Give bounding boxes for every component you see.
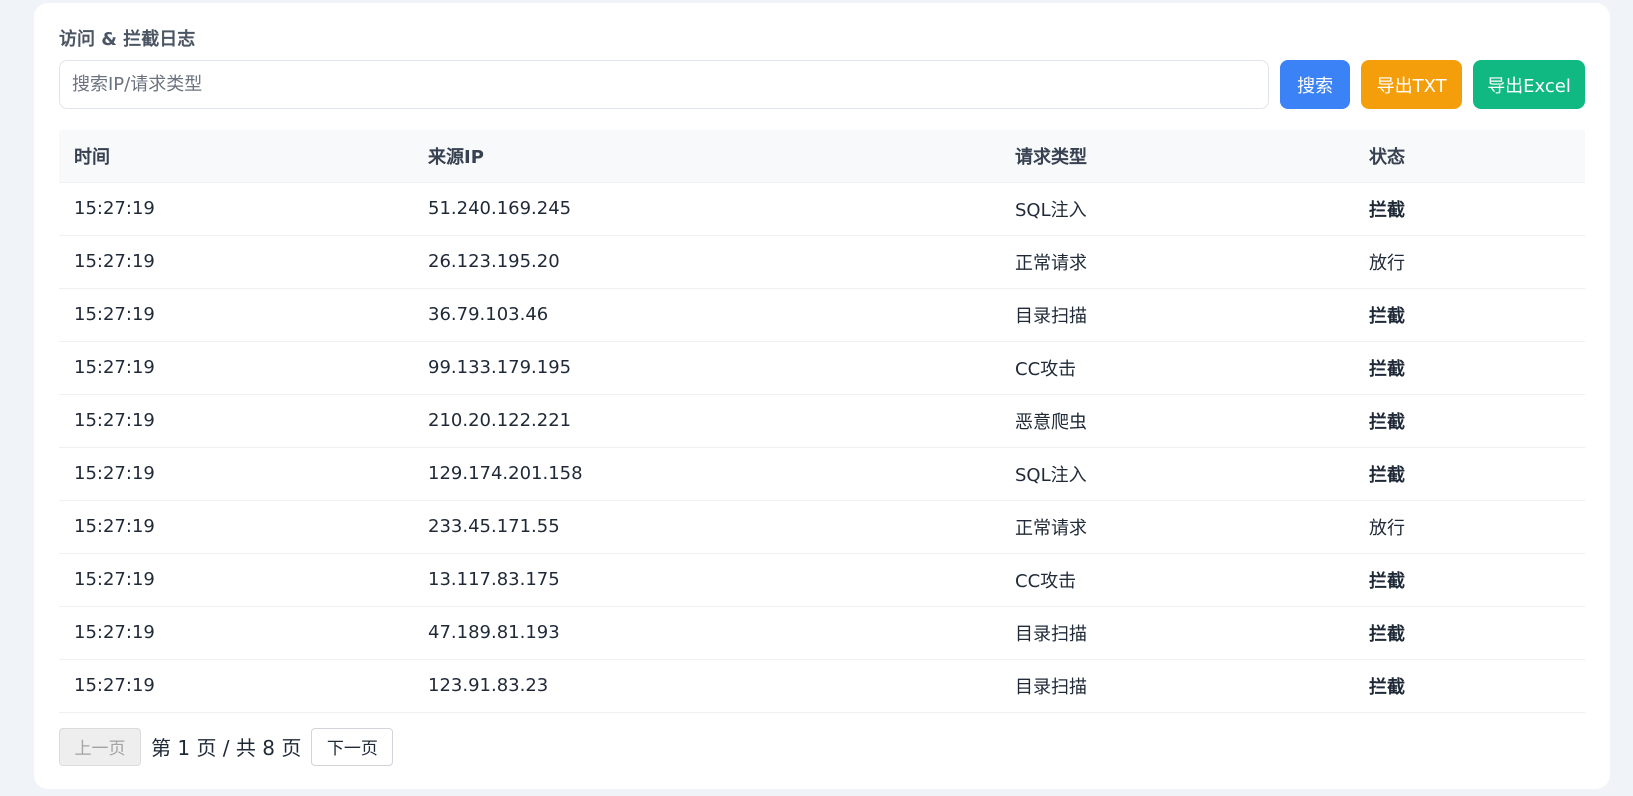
header-type: 请求类型 xyxy=(1000,130,1354,183)
cell-type: 恶意爬虫 xyxy=(1000,394,1354,448)
cell-time: 15:27:19 xyxy=(59,394,413,448)
cell-ip: 51.240.169.245 xyxy=(413,182,1000,236)
cell-ip: 26.123.195.20 xyxy=(413,235,1000,289)
table-row: 15:27:19 123.91.83.23 目录扫描 拦截 xyxy=(59,659,1585,713)
table-row: 15:27:19 13.117.83.175 CC攻击 拦截 xyxy=(59,553,1585,607)
table-row: 15:27:19 47.189.81.193 目录扫描 拦截 xyxy=(59,606,1585,660)
table-row: 15:27:19 51.240.169.245 SQL注入 拦截 xyxy=(59,182,1585,236)
cell-ip: 47.189.81.193 xyxy=(413,606,1000,660)
table-row: 15:27:19 233.45.171.55 正常请求 放行 xyxy=(59,500,1585,554)
table-header: 时间 来源IP 请求类型 状态 xyxy=(59,130,1585,183)
cell-ip: 233.45.171.55 xyxy=(413,500,1000,554)
cell-status: 放行 xyxy=(1354,235,1585,289)
cell-ip: 210.20.122.221 xyxy=(413,394,1000,448)
export-excel-button[interactable]: 导出Excel xyxy=(1473,60,1585,109)
cell-time: 15:27:19 xyxy=(59,235,413,289)
cell-ip: 13.117.83.175 xyxy=(413,553,1000,607)
cell-time: 15:27:19 xyxy=(59,659,413,713)
cell-status: 拦截 xyxy=(1354,606,1585,660)
cell-status: 拦截 xyxy=(1354,288,1585,342)
cell-status: 放行 xyxy=(1354,500,1585,554)
cell-time: 15:27:19 xyxy=(59,447,413,501)
cell-type: 目录扫描 xyxy=(1000,288,1354,342)
table-row: 15:27:19 210.20.122.221 恶意爬虫 拦截 xyxy=(59,394,1585,448)
cell-type: SQL注入 xyxy=(1000,447,1354,501)
card-title: 访问 & 拦截日志 xyxy=(59,29,196,50)
table-row: 15:27:19 129.174.201.158 SQL注入 拦截 xyxy=(59,447,1585,501)
cell-status: 拦截 xyxy=(1354,659,1585,713)
cell-status: 拦截 xyxy=(1354,341,1585,395)
cell-type: CC攻击 xyxy=(1000,553,1354,607)
table-header-row: 时间 来源IP 请求类型 状态 xyxy=(59,130,1585,183)
header-ip: 来源IP xyxy=(413,130,1000,183)
cell-ip: 123.91.83.23 xyxy=(413,659,1000,713)
cell-time: 15:27:19 xyxy=(59,553,413,607)
page-info: 第 1 页 / 共 8 页 xyxy=(151,736,302,760)
header-status: 状态 xyxy=(1354,130,1585,183)
cell-time: 15:27:19 xyxy=(59,500,413,554)
prev-page-button[interactable]: 上一页 xyxy=(59,727,141,766)
export-txt-button[interactable]: 导出TXT xyxy=(1361,60,1463,109)
cell-time: 15:27:19 xyxy=(59,288,413,342)
cell-type: 目录扫描 xyxy=(1000,659,1354,713)
cell-status: 拦截 xyxy=(1354,182,1585,236)
search-button[interactable]: 搜索 xyxy=(1280,60,1351,109)
log-table: 时间 来源IP 请求类型 状态 15:27:19 51.240.169.245 SQ… xyxy=(59,130,1585,713)
cell-time: 15:27:19 xyxy=(59,606,413,660)
log-card: 访问 & 拦截日志 搜索 导出TXT 导出Excel 时间 来源IP 请求类型 … xyxy=(34,3,1610,789)
cell-type: 正常请求 xyxy=(1000,235,1354,289)
table-body: 15:27:19 51.240.169.245 SQL注入 拦截 15:27:19 26.… xyxy=(59,182,1585,713)
toolbar: 搜索 导出TXT 导出Excel xyxy=(59,60,1585,109)
cell-status: 拦截 xyxy=(1354,447,1585,501)
cell-status: 拦截 xyxy=(1354,394,1585,448)
pagination: 上一页 第 1 页 / 共 8 页 下一页 xyxy=(59,727,1585,766)
cell-type: CC攻击 xyxy=(1000,341,1354,395)
search-input[interactable] xyxy=(59,60,1270,109)
cell-type: 正常请求 xyxy=(1000,500,1354,554)
next-page-button[interactable]: 下一页 xyxy=(311,727,394,766)
cell-ip: 36.79.103.46 xyxy=(413,288,1000,342)
table-row: 15:27:19 36.79.103.46 目录扫描 拦截 xyxy=(59,288,1585,342)
cell-type: SQL注入 xyxy=(1000,182,1354,236)
cell-type: 目录扫描 xyxy=(1000,606,1354,660)
cell-status: 拦截 xyxy=(1354,553,1585,607)
table-row: 15:27:19 26.123.195.20 正常请求 放行 xyxy=(59,235,1585,289)
cell-time: 15:27:19 xyxy=(59,182,413,236)
cell-ip: 99.133.179.195 xyxy=(413,341,1000,395)
cell-ip: 129.174.201.158 xyxy=(413,447,1000,501)
table-row: 15:27:19 99.133.179.195 CC攻击 拦截 xyxy=(59,341,1585,395)
cell-time: 15:27:19 xyxy=(59,341,413,395)
header-time: 时间 xyxy=(59,130,413,183)
